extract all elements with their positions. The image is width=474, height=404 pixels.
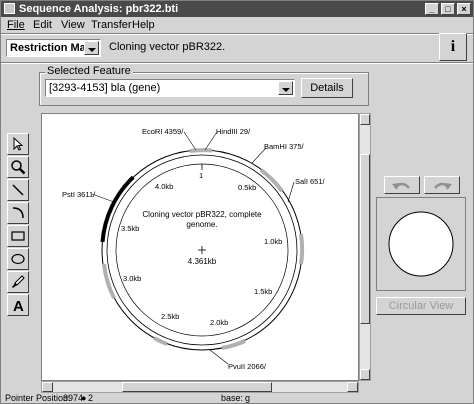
scroll-down-arrow-icon[interactable] <box>360 369 370 380</box>
paint-tool[interactable] <box>7 271 29 293</box>
circular-view-button[interactable]: Circular View <box>376 297 466 315</box>
line-tool[interactable] <box>7 179 29 201</box>
sequence-description: Cloning vector pBR322. <box>109 41 226 53</box>
feature-arc-upper-right[interactable] <box>259 168 284 193</box>
text-a-icon: A <box>13 298 24 313</box>
close-button[interactable]: × <box>457 3 471 15</box>
mini-plasmid-map <box>388 211 454 277</box>
site-label-bamhi[interactable]: BamHI 375/ <box>264 142 305 151</box>
magnifier-icon <box>11 160 26 175</box>
rotate-left-button[interactable] <box>384 176 420 194</box>
site-leader-pvuii <box>209 349 229 365</box>
info-button[interactable]: i <box>439 33 467 61</box>
title-bar[interactable]: Sequence Analysis: pbr322.bti _ □ × <box>1 1 473 17</box>
site-label-hindiii[interactable]: HindIII 29/ <box>216 127 251 136</box>
text-tool[interactable]: A <box>7 294 29 316</box>
scale-label-2-5kb: 2.5kb <box>161 312 179 321</box>
feature-arc-top[interactable] <box>189 148 213 153</box>
feature-arc-right[interactable] <box>299 233 305 265</box>
zoom-tool[interactable] <box>7 156 29 178</box>
scroll-up-arrow-icon[interactable] <box>360 114 370 125</box>
maximize-button[interactable]: □ <box>441 3 455 15</box>
circular-overview[interactable] <box>376 197 466 291</box>
tool-palette: A <box>7 133 29 321</box>
arc-icon <box>12 207 24 219</box>
vertical-scrollbar[interactable] <box>359 113 371 381</box>
site-leader-sali <box>287 181 295 203</box>
minimize-button[interactable]: _ <box>425 3 439 15</box>
plasmid-map: EcoRI 4359/ HindIII 29/ BamHI 375/ SalI … <box>62 127 326 371</box>
base-value: g <box>245 393 251 403</box>
svg-text:A: A <box>13 298 24 313</box>
paint-brush-icon <box>12 275 25 288</box>
menu-edit[interactable]: Edit <box>33 19 52 31</box>
scroll-right-arrow-icon[interactable] <box>347 382 358 392</box>
site-label-sali[interactable]: SalI 651/ <box>295 177 326 186</box>
rotate-left-icon <box>392 182 410 190</box>
scale-label-0-5kb: 0.5kb <box>238 183 256 192</box>
rectangle-tool[interactable] <box>7 225 29 247</box>
app-icon <box>4 3 15 14</box>
scale-label-3-0kb: 3.0kb <box>123 274 141 283</box>
toolbar-separator <box>1 62 473 64</box>
arrow-pointer-icon <box>13 136 24 151</box>
scroll-left-arrow-icon[interactable] <box>42 382 53 392</box>
scale-label-3-5kb: 3.5kb <box>121 224 139 233</box>
scale-label-2-0kb: 2.0kb <box>210 318 228 327</box>
rotate-right-button[interactable] <box>424 176 460 194</box>
mini-ring <box>388 211 454 277</box>
menu-bar: File Edit View Transfer Help <box>1 17 473 34</box>
horizontal-scrollbar[interactable] <box>41 381 359 393</box>
horizontal-scroll-thumb[interactable] <box>122 382 272 392</box>
restriction-map-canvas[interactable]: EcoRI 4359/ HindIII 29/ BamHI 375/ SalI … <box>41 113 359 381</box>
vertical-scroll-thumb[interactable] <box>360 154 370 324</box>
rectangle-icon <box>11 231 25 241</box>
sequence-analysis-window: Sequence Analysis: pbr322.bti _ □ × File… <box>0 0 474 404</box>
menu-transfer[interactable]: Transfer <box>91 19 132 31</box>
info-icon: i <box>450 38 456 55</box>
scale-label-1-5kb: 1.5kb <box>254 287 272 296</box>
feature-arc-bottom-left[interactable] <box>153 336 168 346</box>
chevron-down-icon[interactable] <box>278 81 293 95</box>
site-leader-ecori <box>183 131 197 151</box>
selected-feature-label: Selected Feature <box>45 65 133 77</box>
menu-file[interactable]: File <box>7 19 25 31</box>
map-title-line2: genome. <box>186 220 217 229</box>
site-leader-psti <box>91 193 115 203</box>
status-bar: Pointer Position: 3974 ● 2 base: g <box>1 393 473 404</box>
site-label-ecori[interactable]: EcoRI 4359/ <box>142 127 184 136</box>
pointer-position-separator: ● <box>81 393 87 403</box>
arc-tool[interactable] <box>7 202 29 224</box>
selected-feature-value: [3293-4153] bla (gene) <box>49 82 161 94</box>
menu-separator <box>1 33 473 35</box>
selected-feature-select[interactable]: [3293-4153] bla (gene) <box>45 79 295 97</box>
window-title: Sequence Analysis: pbr322.bti <box>19 3 179 15</box>
site-label-pvuii[interactable]: PvuII 2066/ <box>228 362 267 371</box>
base-label: base: <box>221 393 244 403</box>
site-label-psti[interactable]: PstI 3611/ <box>62 190 96 199</box>
pointer-position-suffix: 2 <box>88 393 94 403</box>
menu-help[interactable]: Help <box>132 19 155 31</box>
map-title-line1: Cloning vector pBR322, complete <box>142 210 262 219</box>
chevron-down-icon[interactable] <box>84 41 99 55</box>
view-mode-select[interactable]: Restriction Map <box>6 39 101 57</box>
rotate-right-icon <box>434 182 452 190</box>
scale-tick-origin-label: 1 <box>199 171 203 180</box>
ellipse-icon <box>11 253 25 265</box>
pointer-position-label: Pointer Position: <box>5 393 71 403</box>
scale-label-1-0kb: 1.0kb <box>264 237 282 246</box>
ellipse-tool[interactable] <box>7 248 29 270</box>
menu-view[interactable]: View <box>61 19 85 31</box>
details-button[interactable]: Details <box>301 78 353 98</box>
pointer-tool[interactable] <box>7 133 29 155</box>
view-mode-value: Restriction Map <box>10 42 93 54</box>
scale-label-4-0kb: 4.0kb <box>155 182 173 191</box>
line-icon <box>12 184 24 196</box>
sequence-length: 4.361kb <box>188 257 217 266</box>
